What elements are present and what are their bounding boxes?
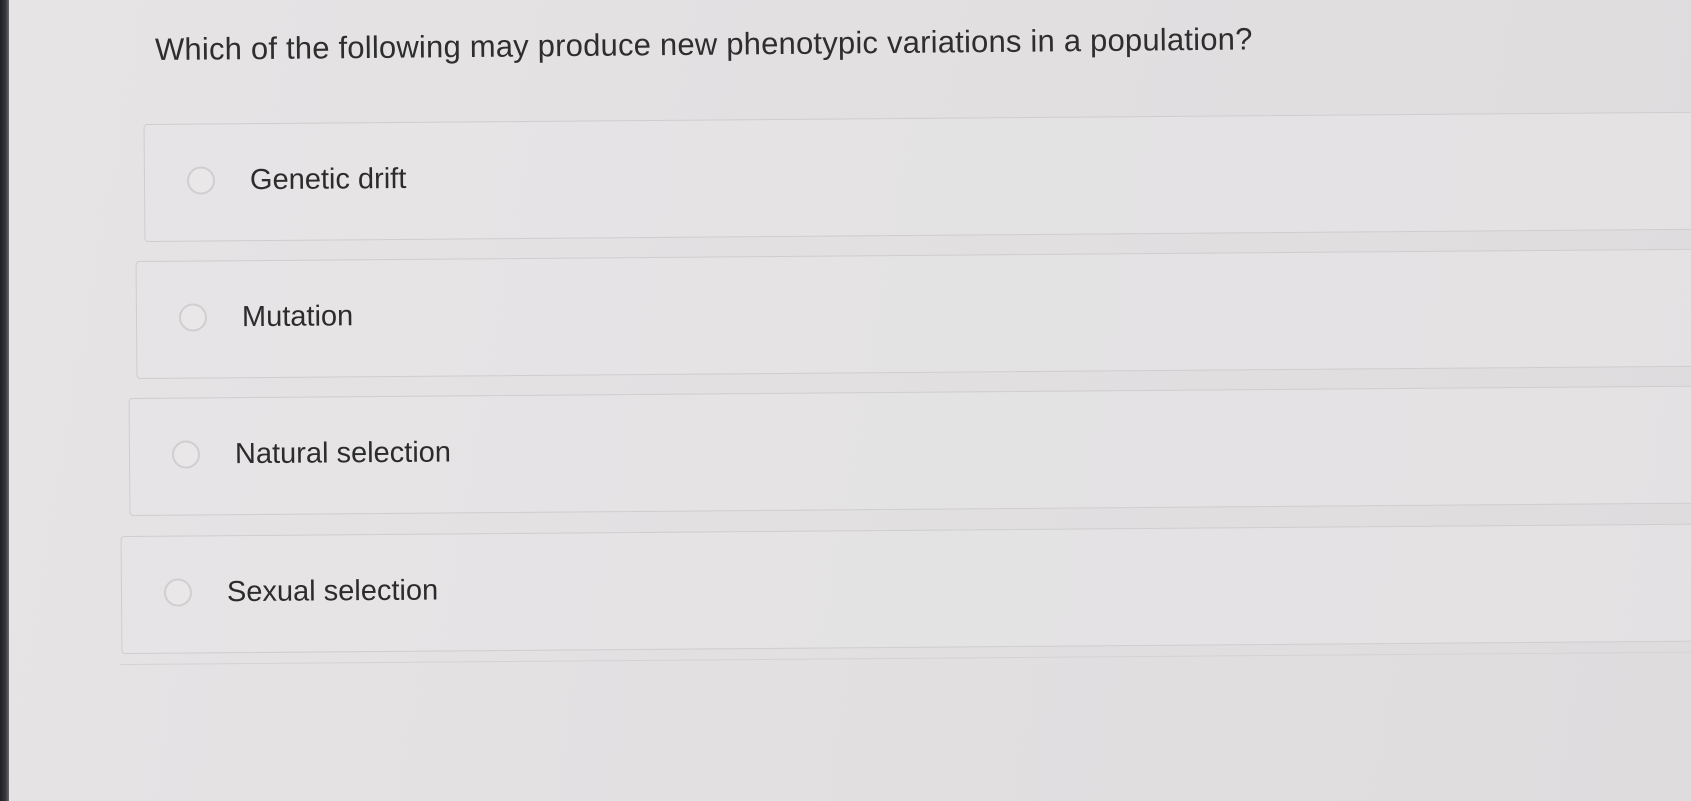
answer-option-sexual-selection[interactable]: Sexual selection [120, 523, 1691, 654]
answer-option-mutation[interactable]: Mutation [135, 248, 1691, 379]
answer-option-natural-selection[interactable]: Natural selection [128, 385, 1691, 516]
option-label: Genetic drift [249, 162, 407, 197]
radio-button[interactable] [171, 440, 201, 469]
option-label: Natural selection [234, 436, 452, 471]
answer-option-genetic-drift[interactable]: Genetic drift [143, 111, 1691, 242]
radio-button[interactable] [178, 303, 208, 332]
radio-button[interactable] [163, 578, 193, 607]
answer-options: Genetic drift Mutation Natural selection… [0, 0, 1691, 801]
option-label: Sexual selection [226, 574, 439, 609]
radio-button[interactable] [186, 166, 216, 195]
option-label: Mutation [241, 300, 354, 334]
